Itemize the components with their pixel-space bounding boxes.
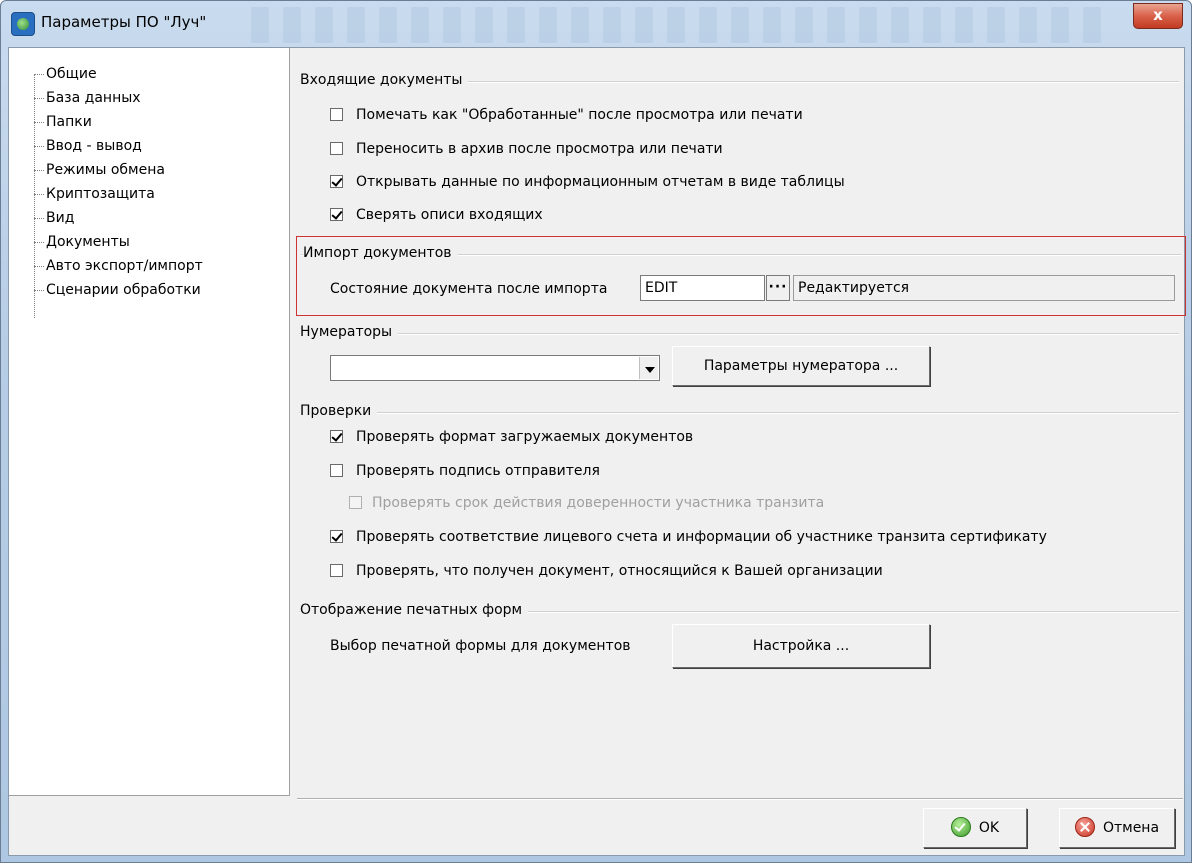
numerators-group-title: Нумераторы	[300, 324, 399, 340]
group-divider	[299, 412, 1179, 414]
browse-state-button[interactable]: ···	[766, 275, 790, 301]
cancel-button[interactable]: Отмена	[1059, 808, 1175, 848]
window-title: Параметры ПО "Луч"	[41, 13, 207, 31]
tree-item-database[interactable]: База данных	[34, 86, 141, 110]
option-label: Проверять подпись отправителя	[356, 463, 600, 479]
tree-item-general[interactable]: Общие	[34, 62, 97, 86]
tree-item-exchange-modes[interactable]: Режимы обмена	[34, 158, 165, 182]
state-code-input[interactable]: EDIT	[640, 275, 765, 301]
tree-item-folders[interactable]: Папки	[34, 110, 92, 134]
checkmark-icon	[950, 817, 971, 837]
option-label: Проверять формат загружаемых документов	[356, 429, 694, 445]
footer-divider	[297, 798, 1183, 800]
globe-app-icon	[11, 12, 35, 36]
cancel-label: Отмена	[1102, 820, 1160, 836]
state-name-field: Редактируется	[793, 275, 1175, 301]
tree-item-documents[interactable]: Документы	[34, 230, 130, 254]
option-label: Проверять, что получен документ, относящ…	[356, 563, 883, 579]
background-toolbar-ghost	[251, 7, 1101, 43]
incoming-group-title: Входящие документы	[300, 72, 469, 88]
ok-button[interactable]: OK	[923, 808, 1027, 848]
numerator-select[interactable]	[330, 355, 660, 381]
dialog-client-area: Общие База данных Папки Ввод - вывод Реж…	[8, 47, 1186, 856]
tree-item-view[interactable]: Вид	[34, 206, 74, 230]
cancel-x-icon	[1074, 817, 1095, 837]
print-settings-button[interactable]: Настройка ...	[672, 624, 930, 668]
close-button[interactable]: x	[1133, 3, 1183, 29]
settings-dialog: Параметры ПО "Луч" x Общие База данных П…	[0, 0, 1192, 863]
option-label: Проверять срок действия доверенности уча…	[372, 495, 825, 511]
option-label: Сверять описи входящих	[356, 207, 543, 223]
option-label: Открывать данные по информационным отчет…	[356, 174, 845, 190]
checkbox[interactable]	[330, 464, 343, 477]
print-form-label-text: Выбор печатной формы для документов	[330, 638, 631, 654]
checkbox[interactable]	[330, 530, 343, 543]
checkbox[interactable]	[330, 142, 343, 155]
tree-item-processing-scenarios[interactable]: Сценарии обработки	[34, 278, 201, 302]
ok-label: OK	[978, 820, 1000, 836]
checkbox[interactable]	[330, 208, 343, 221]
tree-item-input-output[interactable]: Ввод - вывод	[34, 134, 142, 158]
option-label: Помечать как "Обработанные" после просмо…	[356, 107, 803, 123]
print-form-select-label: Выбор печатной формы для документов	[330, 633, 631, 659]
checkbox	[349, 496, 362, 509]
option-label: Переносить в архив после просмотра или п…	[356, 141, 723, 157]
import-group-title: Импорт документов	[303, 245, 458, 261]
title-bar[interactable]: Параметры ПО "Луч" x	[1, 1, 1191, 47]
checkbox[interactable]	[330, 108, 343, 121]
numerator-params-button[interactable]: Параметры нумератора ...	[672, 346, 930, 386]
tree-item-auto-export-import[interactable]: Авто экспорт/импорт	[34, 254, 203, 278]
chevron-down-icon[interactable]	[639, 357, 658, 379]
checks-group-title: Проверки	[300, 403, 378, 419]
print-forms-group-title: Отображение печатных форм	[300, 602, 529, 618]
group-divider	[299, 333, 1179, 335]
option-label: Проверять соответствие лицевого счета и …	[356, 529, 1047, 545]
checkbox[interactable]	[330, 175, 343, 188]
settings-tree[interactable]: Общие База данных Папки Ввод - вывод Реж…	[9, 48, 290, 796]
checkbox[interactable]	[330, 564, 343, 577]
state-label-text: Состояние документа после импорта	[330, 281, 608, 297]
checkbox[interactable]	[330, 430, 343, 443]
import-state-label: Состояние документа после импорта	[330, 276, 607, 302]
tree-item-crypto[interactable]: Криптозащита	[34, 182, 155, 206]
